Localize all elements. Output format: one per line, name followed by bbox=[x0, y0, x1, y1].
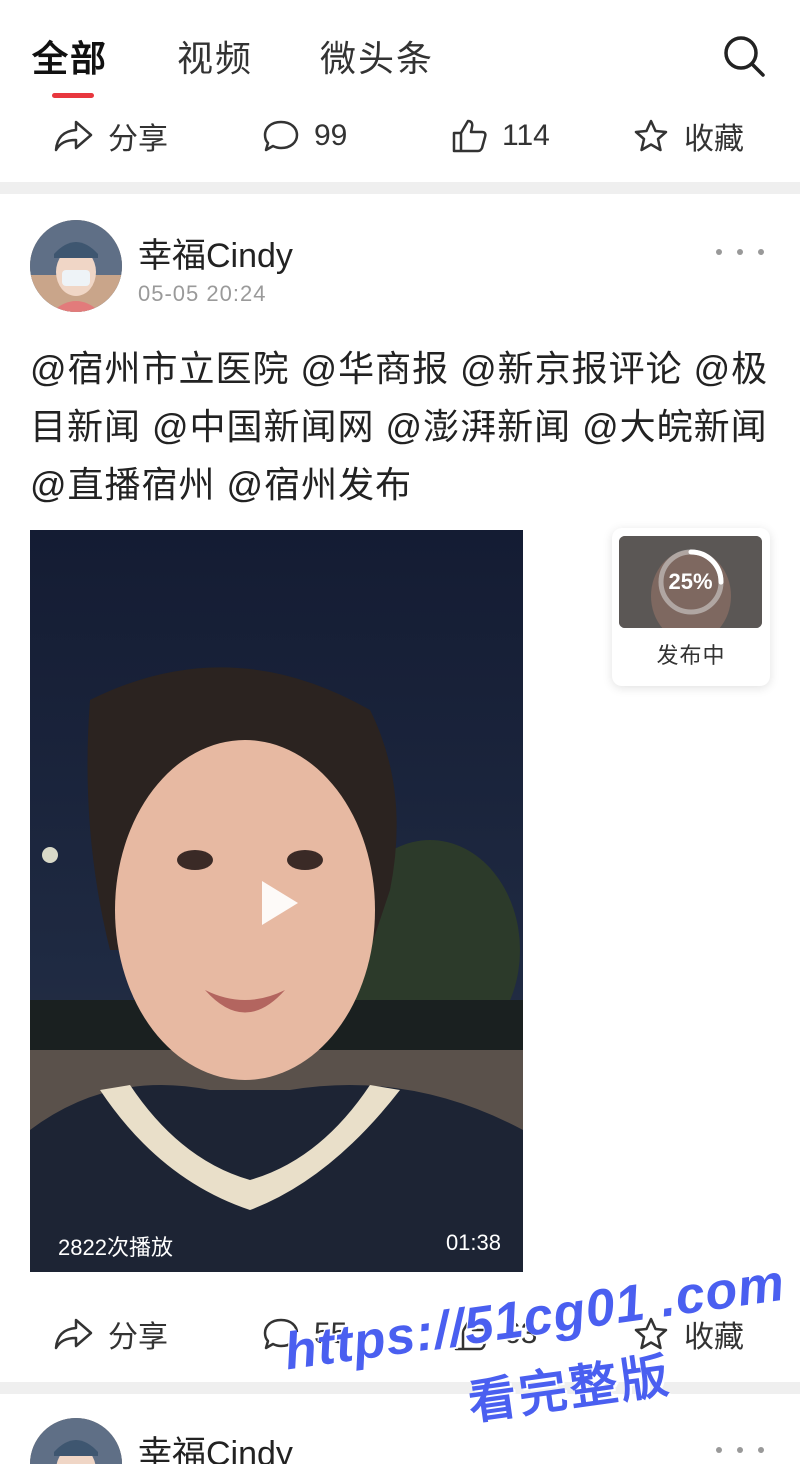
more-dot-icon bbox=[716, 1447, 722, 1453]
play-icon[interactable] bbox=[248, 873, 308, 933]
post-text: @宿州市立医院 @华商报 @新京报评论 @极目新闻 @中国新闻网 @澎湃新闻 @… bbox=[30, 348, 769, 505]
share-button[interactable]: 分享 bbox=[54, 1294, 168, 1374]
author-name[interactable]: 幸福Cindy bbox=[138, 1426, 293, 1464]
avatar[interactable] bbox=[30, 1418, 122, 1464]
more-dot-icon bbox=[737, 249, 743, 255]
post-divider bbox=[0, 1382, 800, 1394]
tab-all[interactable]: 全部 bbox=[32, 30, 108, 82]
share-icon bbox=[54, 120, 93, 152]
like-count: 63 bbox=[504, 1317, 538, 1350]
comment-icon bbox=[263, 120, 299, 152]
post-divider bbox=[0, 182, 800, 194]
more-dot-icon bbox=[758, 249, 764, 255]
comment-button[interactable]: 99 bbox=[262, 96, 347, 176]
previous-post-action-bar: 分享 99 114 收藏 bbox=[0, 96, 800, 176]
like-button[interactable]: 63 bbox=[452, 1294, 537, 1374]
star-icon bbox=[634, 119, 668, 152]
more-dot-icon bbox=[716, 249, 722, 255]
like-button[interactable]: 114 bbox=[450, 96, 550, 176]
tab-video[interactable]: 视频 bbox=[177, 30, 253, 82]
publishing-label: 发布中 bbox=[656, 643, 726, 668]
share-label: 分享 bbox=[108, 1321, 168, 1354]
share-button[interactable]: 分享 bbox=[54, 96, 168, 176]
comment-button[interactable]: 55 bbox=[262, 1294, 347, 1374]
video-player[interactable]: 2822次播放 01:38 bbox=[30, 530, 523, 1272]
publishing-progress: 25% bbox=[668, 569, 713, 594]
share-icon bbox=[54, 1318, 93, 1350]
video-view-count: 2822次播放 bbox=[58, 1235, 173, 1260]
star-icon bbox=[634, 1317, 668, 1350]
like-count: 114 bbox=[502, 119, 550, 152]
post-timestamp: 05-05 20:24 bbox=[138, 281, 267, 306]
more-options-button[interactable] bbox=[716, 1440, 764, 1460]
favorite-label: 收藏 bbox=[684, 123, 744, 156]
author-name[interactable]: 幸福Cindy bbox=[138, 228, 293, 277]
tab-micro-headline[interactable]: 微头条 bbox=[320, 30, 434, 82]
more-options-button[interactable] bbox=[716, 242, 764, 262]
avatar[interactable] bbox=[30, 220, 122, 312]
video-duration: 01:38 bbox=[445, 1230, 501, 1255]
more-dot-icon bbox=[758, 1447, 764, 1453]
publishing-status-card[interactable]: 25% 发布中 bbox=[612, 528, 770, 686]
favorite-button[interactable]: 收藏 bbox=[632, 96, 744, 176]
favorite-label: 收藏 bbox=[684, 1321, 744, 1354]
thumbs-up-icon bbox=[452, 119, 487, 153]
share-label: 分享 bbox=[108, 123, 168, 156]
publishing-thumbnail: 25% bbox=[619, 536, 762, 628]
search-icon[interactable] bbox=[720, 32, 768, 80]
comment-count: 99 bbox=[314, 119, 348, 152]
comment-icon bbox=[263, 1318, 299, 1350]
more-dot-icon bbox=[737, 1447, 743, 1453]
favorite-button[interactable]: 收藏 bbox=[632, 1294, 744, 1374]
comment-count: 55 bbox=[314, 1317, 348, 1350]
thumbs-up-icon bbox=[454, 1317, 489, 1351]
top-tab-bar: 全部 视频 微头条 bbox=[0, 0, 800, 98]
post-action-bar: 分享 55 63 收藏 bbox=[0, 1294, 800, 1374]
